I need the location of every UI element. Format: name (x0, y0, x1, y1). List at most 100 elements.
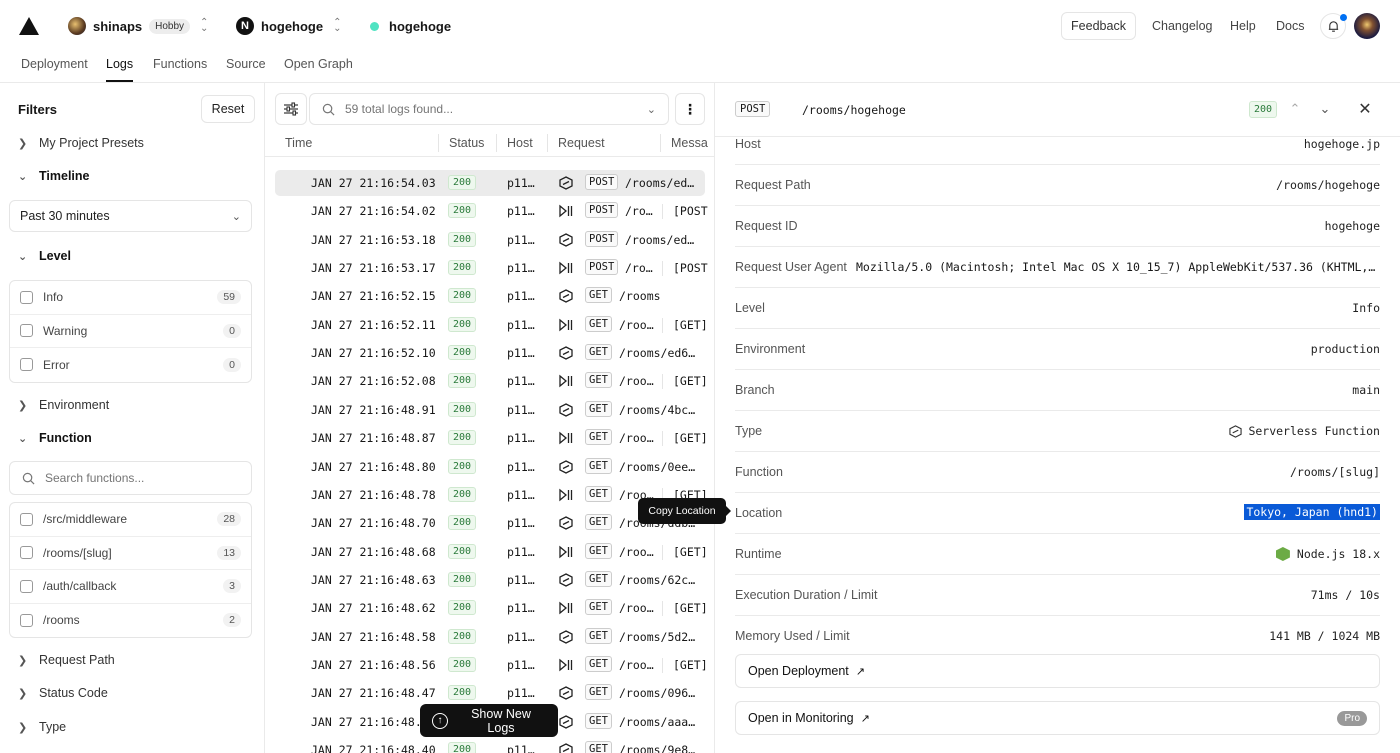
level-error-option[interactable]: Error 0 (10, 348, 251, 382)
filter-section-function[interactable]: ⌄ Function (18, 429, 92, 447)
log-time: JAN 27 21:16:48.47 (311, 686, 436, 701)
more-options-button[interactable]: ⋮ (675, 93, 705, 125)
function-search-input[interactable] (45, 471, 225, 485)
log-row[interactable]: JAN 27 21:16:53.17 200 p11… POST/ro… [POST (275, 255, 708, 281)
team-switcher[interactable]: shinaps Hobby ⌃ ⌄ (68, 16, 208, 36)
checkbox[interactable] (20, 512, 33, 526)
log-row[interactable]: JAN 27 21:16:53.18 200 p11… POST/rooms/ed… (275, 227, 705, 253)
close-detail-button[interactable]: ✕ (1355, 99, 1375, 119)
log-search-box[interactable]: ⌄ (309, 93, 669, 125)
log-row[interactable]: JAN 27 21:16:48.47 200 p11… GET/rooms/096… (275, 680, 705, 706)
log-search-input[interactable] (345, 102, 635, 116)
detail-value[interactable]: Mozilla/5.0 (Macintosh; Intel Mac OS X 1… (856, 260, 1380, 274)
checkbox[interactable] (20, 290, 33, 304)
previous-log-button[interactable]: ⌃ (1286, 100, 1304, 118)
tab-logs[interactable]: Logs (106, 57, 134, 82)
filter-section-timeline[interactable]: ⌄ Timeline (18, 167, 89, 185)
detail-value[interactable]: Tokyo, Japan (hnd1) (1244, 504, 1380, 520)
log-path: /roo… (619, 544, 654, 559)
log-status-badge: 200 (448, 373, 477, 389)
checkbox[interactable] (20, 358, 33, 372)
toggle-filters-button[interactable] (275, 93, 307, 125)
chevron-up-down-icon[interactable]: ⌃ ⌄ (200, 18, 208, 34)
column-status[interactable]: Status (449, 136, 484, 150)
log-row[interactable]: JAN 27 21:16:48.62 200 p11… GET/roo… [GET] (275, 595, 708, 621)
deployment-crumb[interactable]: hogehoge (370, 16, 451, 36)
detail-value[interactable]: hogehoge.jp (1304, 137, 1380, 151)
filter-section-status-code[interactable]: ❯ Status Code (18, 684, 108, 702)
detail-value[interactable]: main (1352, 383, 1380, 397)
tab-functions[interactable]: Functions (153, 57, 207, 82)
vercel-logo-icon[interactable] (18, 16, 40, 36)
nodejs-icon (1275, 547, 1290, 561)
checkbox[interactable] (20, 324, 33, 338)
filters-title: Filters (18, 102, 58, 117)
level-warning-option[interactable]: Warning 0 (10, 315, 251, 348)
detail-value[interactable]: production (1311, 342, 1380, 356)
open-deployment-link[interactable]: Open Deployment ↗ (735, 654, 1380, 688)
section-label: My Project Presets (39, 136, 144, 150)
project-switcher[interactable]: N hogehoge ⌃ ⌄ (236, 16, 342, 36)
filter-section-level[interactable]: ⌄ Level (18, 247, 71, 265)
column-host[interactable]: Host (507, 136, 533, 150)
timeline-select[interactable]: Past 30 minutes ⌄ (9, 200, 252, 232)
log-row[interactable]: JAN 27 21:16:52.15 200 p11… GET/rooms (275, 283, 705, 309)
changelog-link[interactable]: Changelog (1152, 19, 1212, 33)
detail-value[interactable]: 71ms / 10s (1311, 588, 1380, 602)
tab-source[interactable]: Source (226, 57, 266, 82)
column-time[interactable]: Time (285, 136, 312, 150)
log-row[interactable]: JAN 27 21:16:52.11 200 p11… GET/roo… [GET] (275, 312, 708, 338)
log-row[interactable]: JAN 27 21:16:54.02 200 p11… POST/ro… [POST (275, 198, 708, 224)
log-row[interactable]: JAN 27 21:16:48.40 200 p11… GET/rooms/9e8… (275, 737, 705, 753)
function-option[interactable]: /rooms/[slug] 13 (10, 537, 251, 570)
column-message[interactable]: Messa (671, 136, 708, 150)
filter-section-type[interactable]: ❯ Type (18, 718, 66, 736)
sliders-icon (284, 102, 298, 116)
checkbox[interactable] (20, 613, 33, 627)
level-info-option[interactable]: Info 59 (10, 281, 251, 315)
log-row[interactable]: JAN 27 21:16:54.03 200 p11… POST/rooms/ed… (275, 170, 705, 196)
detail-value[interactable]: hogehoge (1325, 219, 1380, 233)
log-row[interactable]: JAN 27 21:16:48.87 200 p11… GET/roo… [GET] (275, 425, 708, 451)
user-avatar[interactable] (1354, 13, 1380, 39)
tab-open-graph[interactable]: Open Graph (284, 57, 353, 82)
show-new-logs-button[interactable]: ↑ Show New Logs (420, 704, 558, 737)
detail-value[interactable]: Serverless Function (1229, 424, 1380, 438)
open-in-monitoring-link[interactable]: Open in Monitoring ↗ Pro (735, 701, 1380, 735)
checkbox[interactable] (20, 579, 33, 593)
serverless-function-icon (559, 516, 573, 530)
detail-value[interactable]: Info (1352, 301, 1380, 315)
detail-value[interactable]: 141 MB / 1024 MB (1269, 629, 1380, 643)
reset-filters-button[interactable]: Reset (201, 95, 255, 123)
function-option[interactable]: /rooms 2 (10, 604, 251, 638)
function-option[interactable]: /src/middleware 28 (10, 503, 251, 537)
log-message: [POST (662, 204, 708, 220)
log-row[interactable]: JAN 27 21:16:52.08 200 p11… GET/roo… [GET] (275, 368, 708, 394)
log-row[interactable]: JAN 27 21:16:48.91 200 p11… GET/rooms/4bc… (275, 397, 705, 423)
feedback-button[interactable]: Feedback (1061, 12, 1136, 40)
filter-section-request-path[interactable]: ❯ Request Path (18, 651, 115, 669)
detail-value[interactable]: /rooms/[slug] (1290, 465, 1380, 479)
log-row[interactable]: JAN 27 21:16:48.58 200 p11… GET/rooms/5d2… (275, 624, 705, 650)
detail-row-runtime: Runtime Node.js 18.x (735, 534, 1380, 575)
log-row[interactable]: JAN 27 21:16:48.80 200 p11… GET/rooms/0ee… (275, 454, 705, 480)
filter-section-presets[interactable]: ❯ My Project Presets (18, 134, 144, 152)
detail-value[interactable]: /rooms/hogehoge (1276, 178, 1380, 192)
help-link[interactable]: Help (1230, 19, 1256, 33)
next-log-button[interactable]: ⌄ (1316, 100, 1334, 118)
log-row[interactable]: JAN 27 21:16:52.10 200 p11… GET/rooms/ed6… (275, 340, 705, 366)
detail-label: Request User Agent (735, 260, 847, 274)
function-option[interactable]: /auth/callback 3 (10, 570, 251, 604)
detail-value[interactable]: Node.js 18.x (1275, 547, 1380, 561)
checkbox[interactable] (20, 546, 33, 560)
docs-link[interactable]: Docs (1276, 19, 1304, 33)
tab-deployment[interactable]: Deployment (21, 57, 88, 82)
filter-section-environment[interactable]: ❯ Environment (18, 396, 109, 414)
chevron-up-down-icon[interactable]: ⌃ ⌄ (333, 18, 341, 34)
log-row[interactable]: JAN 27 21:16:48.56 200 p11… GET/roo… [GET] (275, 652, 708, 678)
function-search-box[interactable] (9, 461, 252, 495)
log-row[interactable]: JAN 27 21:16:48.63 200 p11… GET/rooms/62c… (275, 567, 705, 593)
log-row[interactable]: JAN 27 21:16:48.68 200 p11… GET/roo… [GET] (275, 539, 708, 565)
column-request[interactable]: Request (558, 136, 605, 150)
chevron-down-icon[interactable]: ⌄ (647, 103, 656, 116)
